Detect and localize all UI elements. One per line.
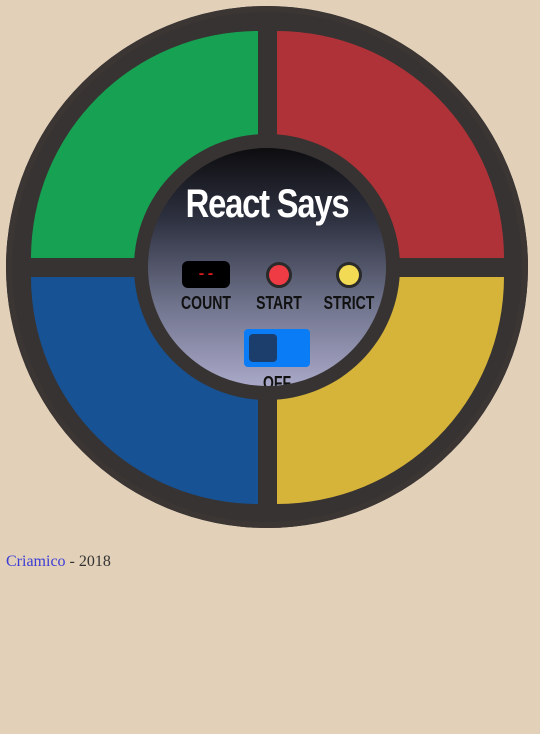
power-label: OFF bbox=[262, 373, 292, 386]
game-title: React Says bbox=[185, 182, 350, 226]
strict-button[interactable] bbox=[336, 262, 362, 288]
power-switch-knob[interactable] bbox=[249, 334, 277, 362]
game-board: React Says -- COUNT START STRICT OFF bbox=[6, 6, 528, 528]
start-led bbox=[269, 265, 289, 285]
power-switch[interactable] bbox=[244, 329, 310, 367]
control-hub: React Says -- COUNT START STRICT OFF bbox=[134, 134, 400, 400]
strict-label: STRICT bbox=[323, 293, 375, 313]
start-button[interactable] bbox=[266, 262, 292, 288]
control-panel: React Says -- COUNT START STRICT OFF bbox=[148, 148, 386, 386]
count-label: COUNT bbox=[181, 293, 231, 313]
page: React Says -- COUNT START STRICT OFF Cri… bbox=[0, 0, 540, 734]
footer-separator: - bbox=[65, 553, 79, 570]
author-link[interactable]: Criamico bbox=[6, 553, 66, 570]
count-display: -- bbox=[182, 261, 230, 288]
start-label: START bbox=[256, 293, 302, 313]
footer: Criamico - 2018 bbox=[6, 553, 111, 571]
footer-year: 2018 bbox=[78, 553, 111, 570]
strict-led bbox=[339, 265, 359, 285]
